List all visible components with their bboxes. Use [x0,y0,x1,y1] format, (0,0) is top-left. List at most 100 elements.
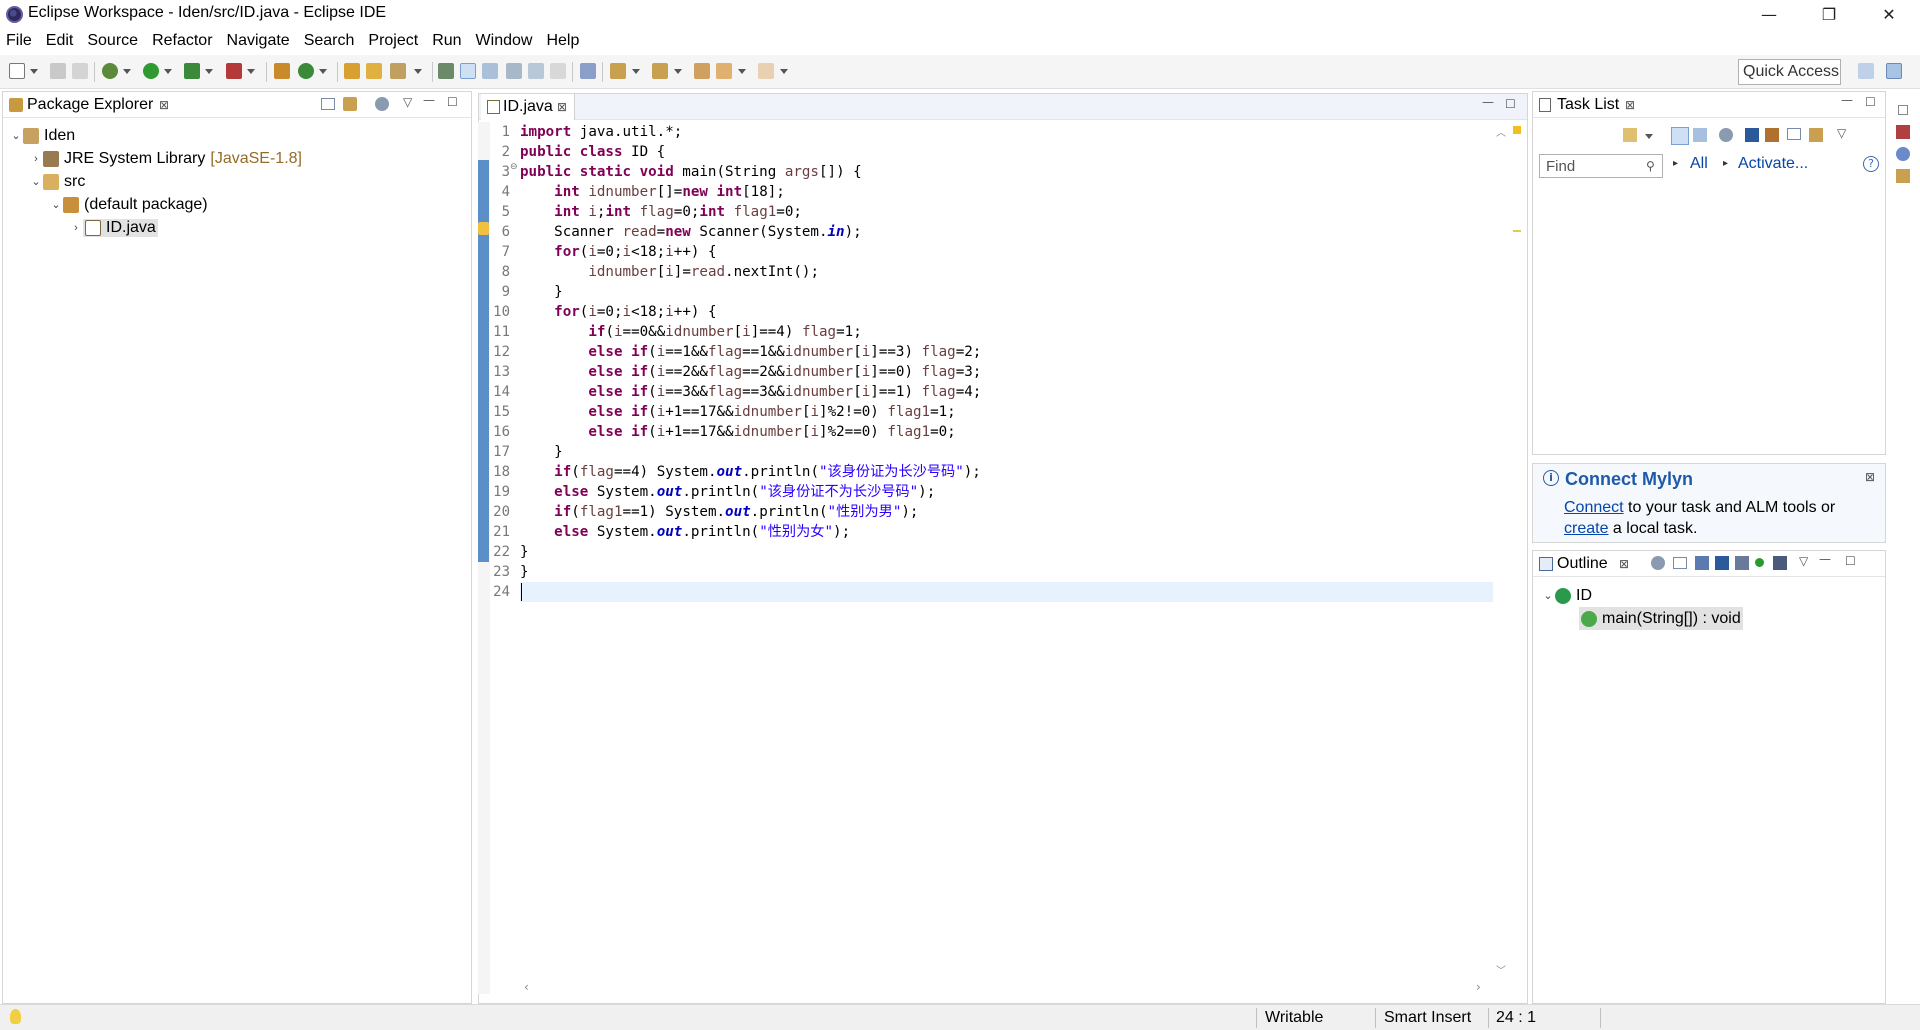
back-dropdown-icon[interactable] [738,69,746,74]
new-java-class-icon[interactable] [298,63,314,79]
open-perspective-icon[interactable] [1858,63,1874,79]
restore-button[interactable]: ❐ [1800,0,1858,29]
close-button[interactable]: ✕ [1860,0,1918,29]
previous-annotation-icon[interactable] [652,63,668,79]
minimize-button[interactable]: — [1740,0,1798,29]
tree-item-default-package[interactable]: ⌄ (default package) [3,193,471,216]
maximize-icon[interactable]: ☐ [1505,97,1516,111]
maximize-icon[interactable]: ☐ [447,95,458,109]
code-line[interactable]: import java.util.*; [520,122,682,142]
menu-project[interactable]: Project [368,32,418,50]
new-java-package-icon[interactable] [274,63,290,79]
focus-icon[interactable] [375,97,389,111]
external-tools-dropdown-icon[interactable] [247,69,255,74]
hide-static-icon[interactable] [1735,556,1749,570]
code-line[interactable]: else System.out.println("性别为女"); [520,522,850,542]
hide-completed-icon[interactable] [1745,128,1759,142]
sort-icon[interactable] [1695,556,1709,570]
code-line[interactable]: for(i=0;i<18;i++) { [520,302,716,322]
tree-item-id-java[interactable]: › ID.java [3,216,471,239]
scroll-down-icon[interactable]: ﹀ [1496,962,1506,977]
code-line[interactable]: int i;int flag=0;int flag1=0; [520,202,802,222]
code-line[interactable]: else if(i+1==17&&idnumber[i]%2!=0) flag1… [520,402,955,422]
code-line[interactable]: else if(i==2&&flag==2&&idnumber[i]==0) f… [520,362,981,382]
chevron-down-icon[interactable]: ⌄ [29,175,43,188]
selected-item[interactable]: ID.java [83,218,158,237]
connect-link[interactable]: Connect [1564,499,1624,516]
code-line[interactable]: idnumber[i]=read.nextInt(); [520,262,819,282]
show-whitespace-icon[interactable] [528,63,544,79]
save-all-icon[interactable] [72,63,88,79]
view-menu-icon[interactable]: ▽ [1799,554,1808,568]
chevron-right-icon[interactable]: › [29,153,43,165]
menu-window[interactable]: Window [476,32,533,50]
minimize-icon[interactable]: — [1482,95,1494,109]
menu-refactor[interactable]: Refactor [152,32,212,50]
view-menu-icon[interactable]: ▽ [1837,126,1846,140]
chevron-down-icon[interactable]: ⌄ [49,198,63,211]
declaration-icon[interactable] [1896,169,1910,183]
coverage-icon[interactable] [184,63,200,79]
new-icon[interactable] [9,63,25,79]
skip-breakpoints-icon[interactable] [580,63,596,79]
close-icon[interactable]: ⊠ [1865,470,1875,484]
fold-icon[interactable]: ⊖ [510,162,518,172]
focus-on-workweek-icon[interactable] [1719,128,1733,142]
tree-item-iden[interactable]: ⌄ Iden [3,124,471,147]
categorized-icon[interactable] [1671,127,1689,145]
warning-marker-icon[interactable] [478,222,489,235]
minimize-icon[interactable]: — [1819,552,1831,566]
java-perspective-icon[interactable] [1886,63,1902,79]
focus-icon[interactable] [1651,556,1665,570]
find-field[interactable]: Find ⚲ [1539,154,1663,178]
lightbulb-icon[interactable] [10,1009,21,1024]
debug-icon[interactable] [102,63,118,79]
vertical-scrollbar[interactable]: ︿ ﹀ [1493,122,1510,980]
collapse-all-icon[interactable] [1787,128,1801,140]
code-line[interactable]: int idnumber[]=new int[18]; [520,182,785,202]
code-line[interactable]: } [520,542,529,562]
scheduled-icon[interactable] [1693,128,1707,142]
code-line[interactable]: for(i=0;i<18;i++) { [520,242,716,262]
search-dropdown-icon[interactable] [414,69,422,74]
code-line[interactable]: } [520,442,563,462]
mark-occurrences-icon[interactable] [460,63,476,79]
outline-item-method[interactable]: main(String[]) : void [1579,607,1743,630]
forward-dropdown-icon[interactable] [780,69,788,74]
tree-item-src[interactable]: ⌄ src [3,170,471,193]
problems-icon[interactable] [1896,125,1910,139]
collapse-all-icon[interactable] [1673,557,1687,569]
code-line[interactable]: else if(i==1&&flag==1&&idnumber[i]==3) f… [520,342,981,362]
chevron-down-icon[interactable]: ⌄ [1541,589,1555,602]
close-icon[interactable]: ⊠ [159,98,169,112]
code-line[interactable]: public class ID { [520,142,665,162]
code-line[interactable]: else if(i+1==17&&idnumber[i]%2==0) flag1… [520,422,955,442]
code-line[interactable]: if(i==0&&idnumber[i]==4) flag=1; [520,322,861,342]
hide-local-types-icon[interactable] [1773,556,1787,570]
help-icon[interactable]: ? [1863,156,1879,172]
code-line[interactable]: else System.out.println("该身份证不为长沙号码"); [520,482,935,502]
scroll-up-icon[interactable]: ︿ [1496,124,1506,139]
menu-help[interactable]: Help [546,32,579,50]
back-icon[interactable] [716,63,732,79]
open-task-icon[interactable] [366,63,382,79]
link-with-editor-icon[interactable] [343,97,357,111]
menu-source[interactable]: Source [87,32,138,50]
search-icon[interactable] [390,63,406,79]
outline-tab[interactable]: Outline [1557,555,1608,573]
hide-fields-icon[interactable] [1715,556,1729,570]
save-icon[interactable] [50,63,66,79]
last-edit-location-icon[interactable] [694,63,710,79]
debug-dropdown-icon[interactable] [123,69,131,74]
code-line[interactable]: if(flag==4) System.out.println("该身份证为长沙号… [520,462,981,482]
quick-access-field[interactable]: Quick Access [1738,59,1841,85]
create-link[interactable]: create [1564,520,1608,537]
new-class-dropdown-icon[interactable] [319,69,327,74]
minimize-icon[interactable]: — [423,93,435,107]
toggle-ant-editor-icon[interactable] [438,63,454,79]
close-icon[interactable]: ⊠ [557,100,567,114]
view-menu-icon[interactable]: ▽ [403,95,412,109]
javadoc-icon[interactable] [1896,147,1910,161]
tree-item-jre-system-library[interactable]: › JRE System Library [JavaSE-1.8] [3,147,471,170]
menu-run[interactable]: Run [432,32,461,50]
